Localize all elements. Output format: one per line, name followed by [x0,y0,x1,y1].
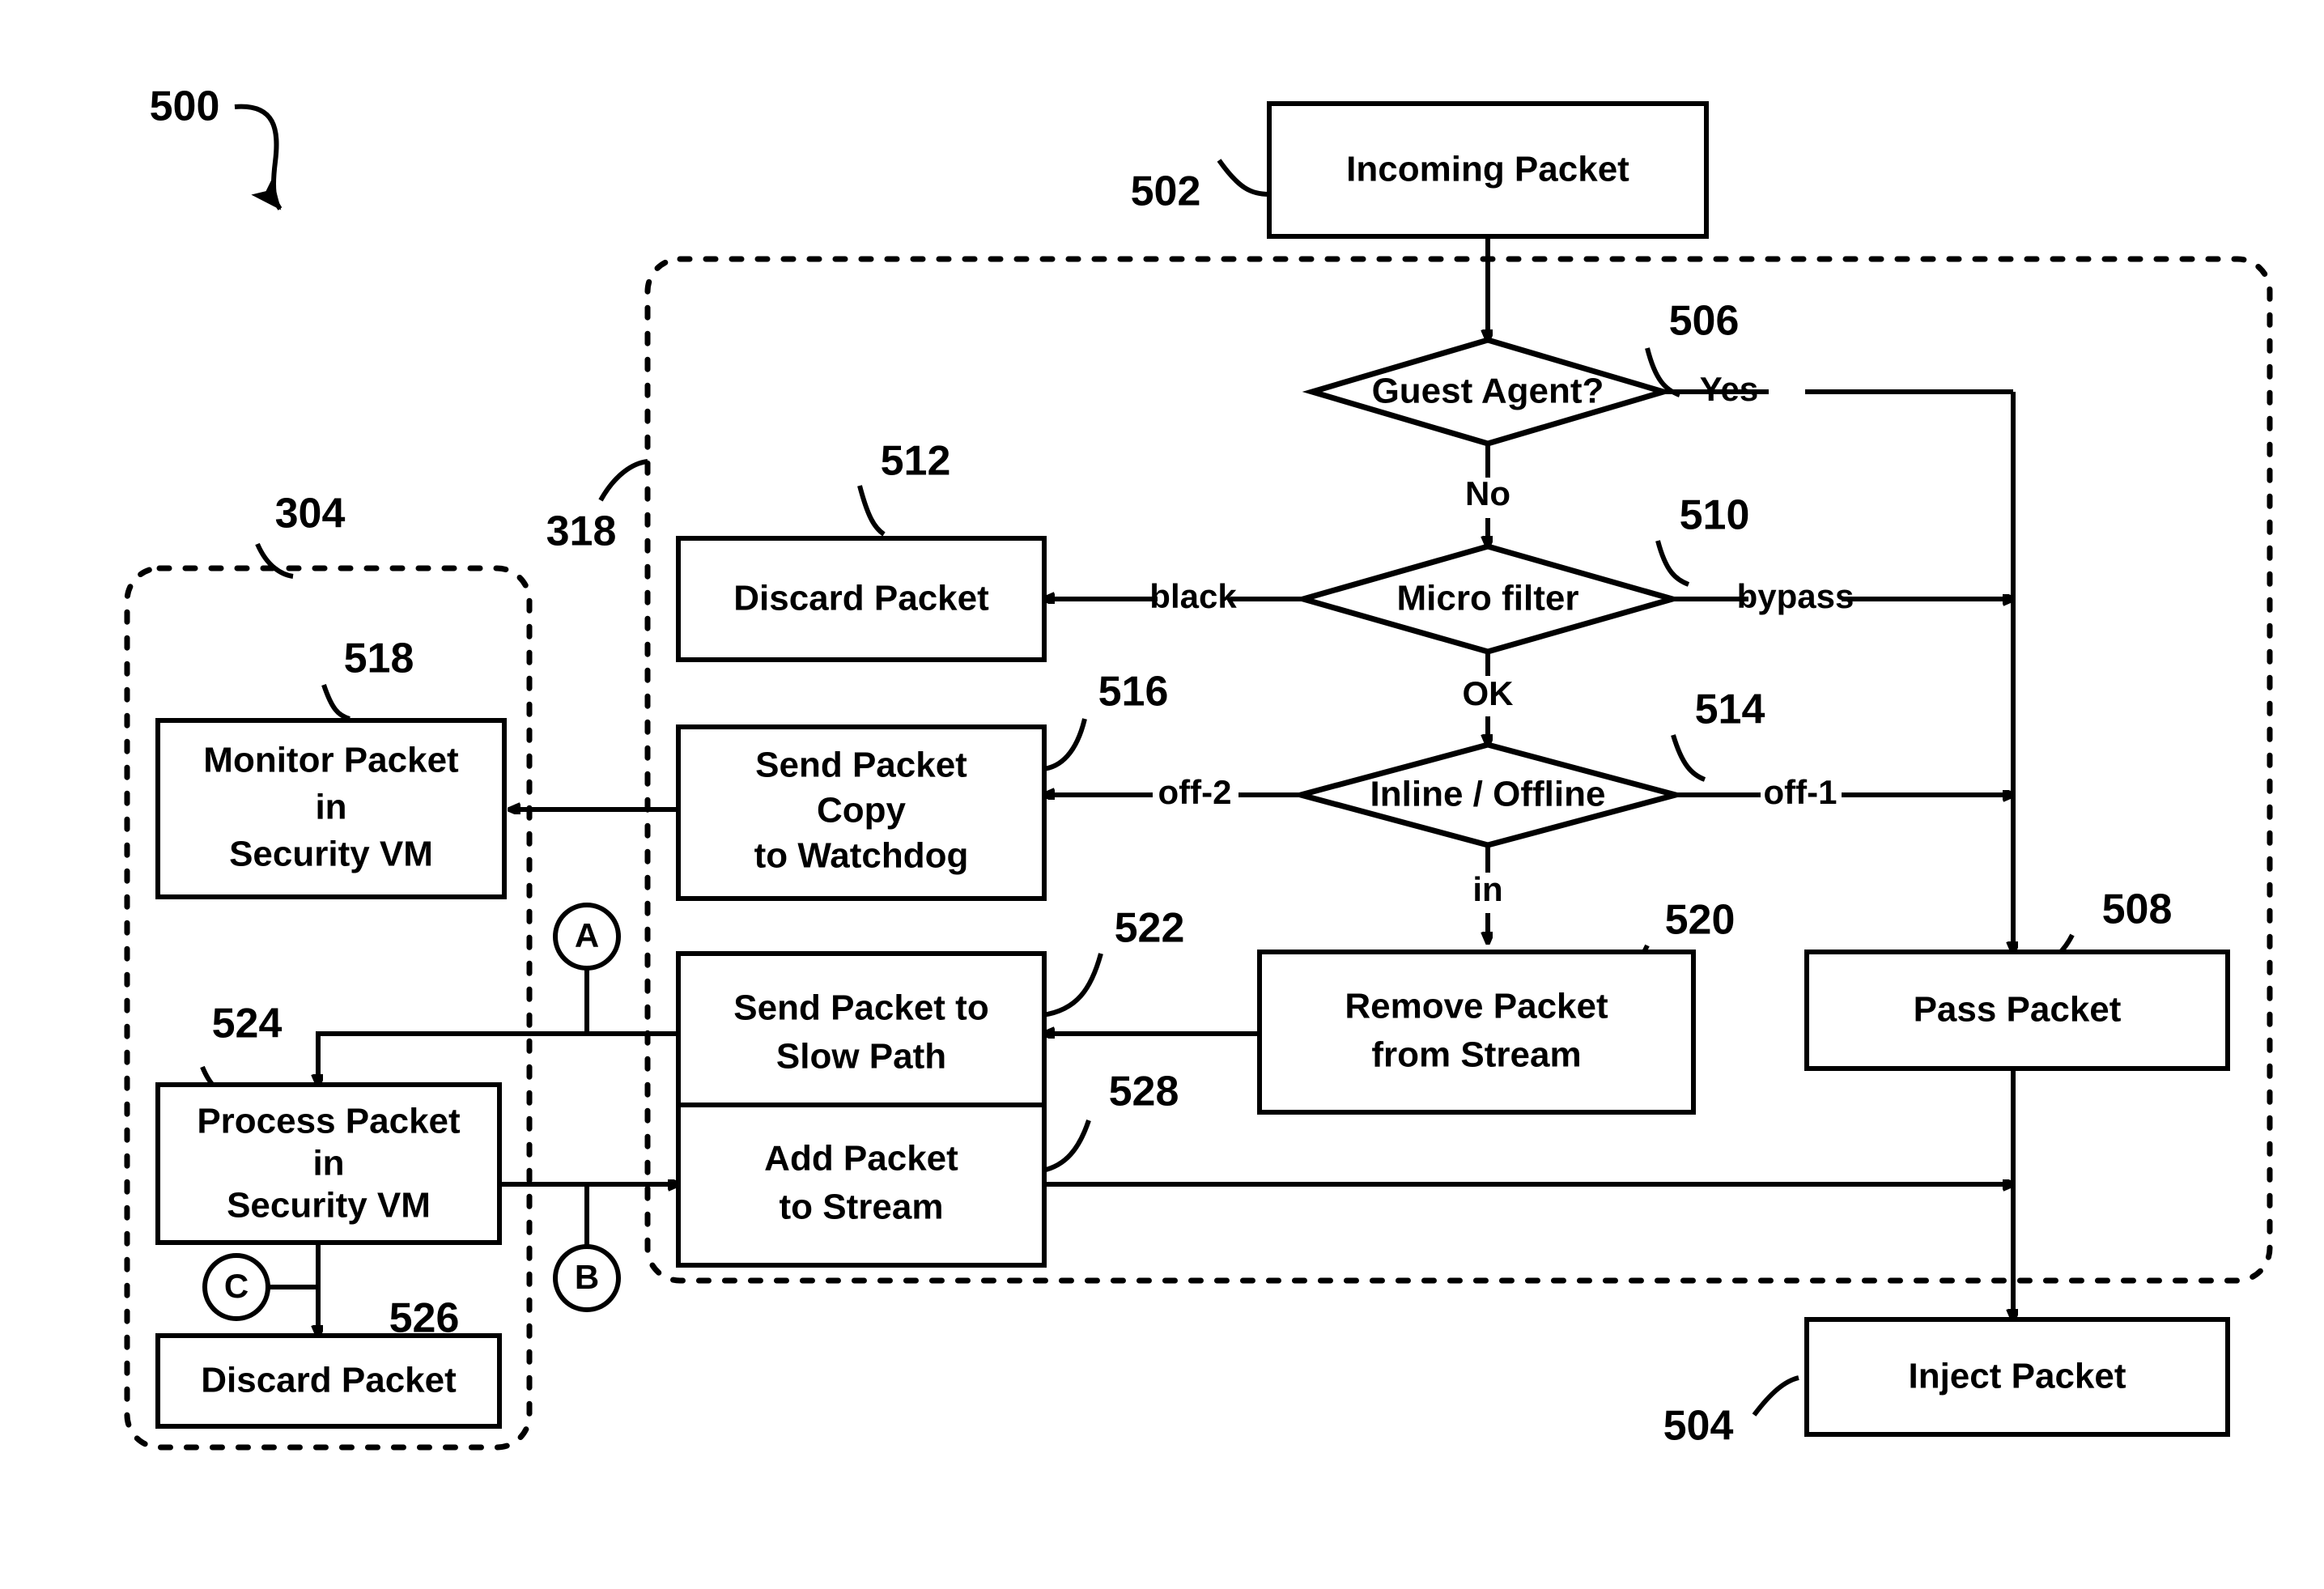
edge-slowpath-to-process [318,1031,678,1085]
ref-318: 318 [546,508,617,555]
node-monitor-packet-line2: in [315,788,346,827]
edge-label-black: black [1149,577,1237,615]
node-micro-filter-decision[interactable]: Micro filter [1293,543,1683,655]
node-add-to-stream-line1: Add Packet [764,1139,958,1179]
leader-502 [1217,159,1270,197]
node-monitor-packet-line3: Security VM [229,835,433,874]
ref-522: 522 [1115,905,1185,952]
ref-304: 304 [275,491,346,537]
figure-500-leader [234,104,283,210]
connector-c-label: C [224,1267,249,1305]
node-discard-packet-512-label: Discard Packet [733,579,989,618]
node-monitor-packet-line1: Monitor Packet [203,741,459,780]
edge-label-off2: off-2 [1158,773,1232,811]
leader-512 [857,485,886,537]
node-guest-agent-label: Guest Agent? [1372,372,1604,411]
node-send-slow-path-line2: Slow Path [776,1037,946,1077]
node-incoming-packet[interactable]: Incoming Packet [1267,101,1709,239]
node-discard-packet-526[interactable]: Discard Packet [155,1333,502,1429]
node-send-copy-watchdog-line1: Send Packet [755,746,967,785]
flowchart-canvas: 500 502 506 510 514 512 516 518 520 522 … [124,83,2273,1451]
ref-508: 508 [2102,886,2173,933]
leader-528 [1042,1120,1091,1173]
patent-figure-500: 500 502 506 510 514 512 516 518 520 522 … [0,0,2324,1589]
edge-label-ok: OK [1463,674,1514,712]
leader-504 [1752,1375,1799,1417]
node-incoming-packet-label: Incoming Packet [1346,150,1629,189]
node-pass-packet-label: Pass Packet [1914,990,2122,1030]
edge-label-bypass: bypass [1737,577,1855,615]
node-discard-packet-526-label: Discard Packet [201,1361,457,1400]
connector-a-label: A [575,916,599,954]
node-guest-agent-decision[interactable]: Guest Agent? [1302,337,1674,447]
leader-522 [1042,953,1103,1018]
ref-516: 516 [1098,669,1169,716]
leader-514 [1671,734,1706,782]
connector-b-label: B [575,1258,599,1296]
connector-c[interactable]: C [202,1253,270,1321]
node-remove-from-stream-line1: Remove Packet [1345,987,1608,1026]
node-inject-packet-label: Inject Packet [1908,1357,2126,1396]
node-pass-packet[interactable]: Pass Packet [1804,950,2230,1071]
node-add-to-stream-line2: to Stream [780,1188,944,1227]
ref-524: 524 [212,1001,283,1047]
edge-label-in: in [1472,870,1502,908]
node-discard-packet-512[interactable]: Discard Packet [676,536,1047,662]
node-inline-offline-label: Inline / Offline [1370,775,1606,814]
ref-506: 506 [1669,298,1740,345]
node-process-packet-line1: Process Packet [197,1102,461,1141]
node-micro-filter-label: Micro filter [1397,579,1579,618]
node-send-slow-path-line1: Send Packet to [733,988,988,1028]
leader-318 [598,459,648,502]
node-monitor-packet[interactable]: Monitor Packet in Security VM [155,718,507,899]
ref-514: 514 [1695,686,1765,733]
ref-520: 520 [1665,897,1736,944]
edge-label-no: No [1465,474,1510,512]
ref-510: 510 [1680,492,1750,539]
leader-304 [255,542,294,579]
node-process-packet-line3: Security VM [227,1186,431,1226]
ref-502: 502 [1131,168,1201,215]
ref-504: 504 [1663,1403,1734,1450]
connector-b[interactable]: B [553,1244,621,1312]
edge-label-yes: Yes [1700,370,1758,408]
ref-528: 528 [1109,1069,1179,1115]
node-process-packet[interactable]: Process Packet in Security VM [155,1082,502,1245]
node-inject-packet[interactable]: Inject Packet [1804,1317,2230,1437]
ref-512: 512 [881,438,951,485]
node-send-copy-watchdog[interactable]: Send Packet Copy to Watchdog [676,724,1047,901]
leader-510 [1655,540,1690,587]
node-remove-from-stream[interactable]: Remove Packet from Stream [1257,950,1696,1115]
node-remove-from-stream-line2: from Stream [1371,1035,1581,1075]
figure-ref-500: 500 [150,83,220,130]
ref-518: 518 [344,635,414,682]
leader-516 [1042,718,1087,771]
leader-518 [321,684,351,721]
node-process-packet-line2: in [312,1144,344,1183]
connector-a[interactable]: A [553,903,621,971]
node-send-slow-path[interactable]: Send Packet to Slow Path [676,951,1047,1116]
node-send-copy-watchdog-line3: to Watchdog [754,836,969,876]
edge-label-off1: off-1 [1764,773,1838,811]
node-inline-offline-decision[interactable]: Inline / Offline [1289,741,1687,848]
node-send-copy-watchdog-line2: Copy [817,791,907,831]
node-add-to-stream[interactable]: Add Packet to Stream [676,1103,1047,1268]
